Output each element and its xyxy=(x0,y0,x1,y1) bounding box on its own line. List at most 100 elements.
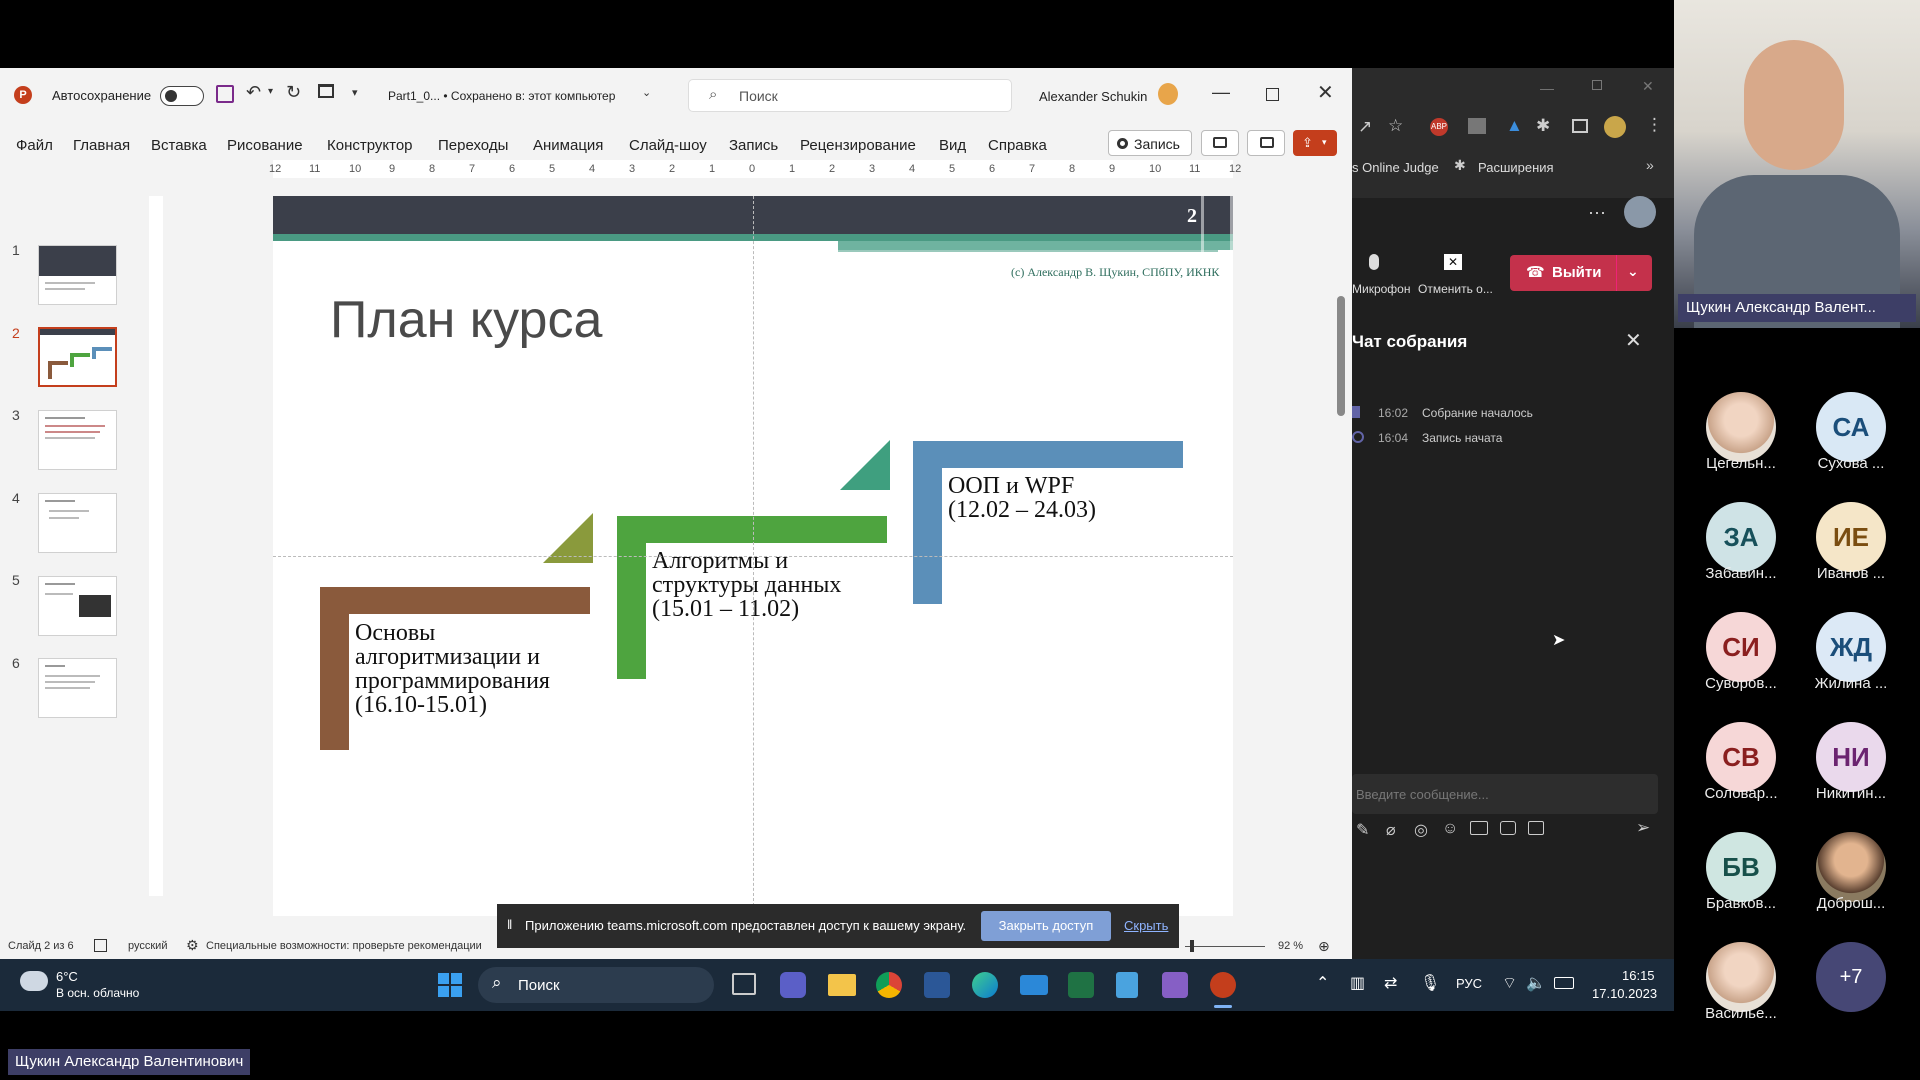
ppt-user-name[interactable]: Alexander Schukin xyxy=(1039,89,1147,104)
edge-icon[interactable] xyxy=(972,972,998,998)
notepad-icon[interactable] xyxy=(1116,972,1138,998)
more-options-icon[interactable]: ··· xyxy=(1588,202,1606,223)
fit-slide-icon[interactable]: ⊕ xyxy=(1318,938,1330,955)
hide-banner-link[interactable]: Скрыть xyxy=(1124,918,1168,933)
chrome-icon[interactable] xyxy=(876,972,902,998)
tray-network-switch-icon[interactable]: ⇄ xyxy=(1384,973,1397,993)
menu-animation[interactable]: Анимация xyxy=(533,137,603,154)
redo-icon[interactable]: ↻ xyxy=(286,82,301,103)
browser-restore-icon[interactable] xyxy=(1592,80,1602,90)
slide-thumbnail-4[interactable] xyxy=(38,493,117,553)
share-button[interactable]: ⇪ ▾ xyxy=(1293,130,1337,156)
menu-transitions[interactable]: Переходы xyxy=(438,137,508,154)
teams-app-icon[interactable] xyxy=(780,972,806,998)
slide-canvas[interactable]: 2 (c) Александр В. Щукин, СПбПУ, ИКНК Пл… xyxy=(273,196,1233,916)
gif-icon[interactable] xyxy=(1470,821,1488,835)
file-title[interactable]: Part1_0... • Сохранено в: этот компьютер xyxy=(388,89,615,103)
close-chat-icon[interactable]: ✕ xyxy=(1625,328,1642,353)
mic-icon[interactable] xyxy=(1369,254,1379,270)
video-clip-icon[interactable] xyxy=(1528,821,1544,835)
extension-icon[interactable] xyxy=(1468,118,1486,134)
browser-minimize-icon[interactable]: — xyxy=(1540,80,1554,96)
cancel-share-icon[interactable]: ✕ xyxy=(1444,254,1462,270)
zoom-level[interactable]: 92 % xyxy=(1278,940,1303,952)
mail-icon[interactable] xyxy=(1020,975,1048,995)
tray-date[interactable]: 17.10.2023 xyxy=(1592,986,1657,1001)
menu-design[interactable]: Конструктор xyxy=(327,137,413,154)
autosave-toggle[interactable] xyxy=(160,86,204,106)
windows-start-icon[interactable] xyxy=(438,973,462,997)
minimize-icon[interactable]: — xyxy=(1212,82,1230,103)
adblock-icon[interactable]: ABP xyxy=(1430,118,1448,136)
slide-thumbnail-3[interactable] xyxy=(38,410,117,470)
user-avatar-icon[interactable] xyxy=(1158,83,1178,105)
status-language[interactable]: русский xyxy=(128,940,167,952)
powerpoint-app-icon[interactable] xyxy=(1210,972,1236,998)
browser-close-icon[interactable]: ✕ xyxy=(1642,78,1654,95)
spellcheck-icon[interactable] xyxy=(94,939,107,952)
visual-studio-icon[interactable] xyxy=(1162,972,1188,998)
slide-thumbnail-6[interactable] xyxy=(38,658,117,718)
accessibility-icon[interactable]: ⚙ xyxy=(186,937,199,954)
wifi-icon[interactable]: ⌔ xyxy=(1502,973,1517,993)
share-teams-button[interactable] xyxy=(1201,130,1239,156)
weather-icon[interactable] xyxy=(20,971,48,991)
format-icon[interactable]: ✎ xyxy=(1356,820,1369,840)
tray-app-icon[interactable]: ▥ xyxy=(1350,973,1365,993)
record-button[interactable]: Запись xyxy=(1108,130,1192,156)
pause-icon[interactable]: ‖ xyxy=(507,917,512,932)
tray-language[interactable]: РУС xyxy=(1456,976,1482,991)
emoji-icon[interactable]: ☺ xyxy=(1442,820,1458,838)
battery-icon[interactable] xyxy=(1554,977,1574,989)
bookmark-online-judge[interactable]: s Online Judge xyxy=(1352,160,1439,175)
menu-draw[interactable]: Рисование xyxy=(227,137,303,154)
menu-record[interactable]: Запись xyxy=(729,137,778,154)
maximize-icon[interactable] xyxy=(1266,88,1279,101)
ppt-vertical-scrollbar[interactable] xyxy=(1336,176,1346,896)
menu-file[interactable]: Файл xyxy=(16,137,53,154)
my-avatar[interactable] xyxy=(1624,196,1656,228)
arrow-extension-icon[interactable]: ▲ xyxy=(1506,116,1523,136)
chevron-down-icon[interactable]: ⌄ xyxy=(1627,263,1639,280)
menu-view[interactable]: Вид xyxy=(939,137,966,154)
slide-thumbnail-1[interactable] xyxy=(38,245,117,305)
task-view-icon[interactable] xyxy=(732,973,756,995)
share-page-icon[interactable]: ↗ xyxy=(1358,117,1372,137)
menu-review[interactable]: Рецензирование xyxy=(800,137,916,154)
save-icon[interactable] xyxy=(216,85,234,103)
attach-icon[interactable]: ⌀ xyxy=(1386,820,1396,840)
chevron-down-icon[interactable]: ⌄ xyxy=(642,86,651,99)
undo-dropdown-icon[interactable]: ▾ xyxy=(268,86,273,97)
ppt-search-box[interactable]: ⌕ Поиск xyxy=(688,79,1012,112)
loop-icon[interactable]: ◎ xyxy=(1414,820,1428,840)
customize-toolbar-icon[interactable]: ▾ xyxy=(352,86,358,99)
excel-icon[interactable] xyxy=(1068,972,1094,998)
microphone-tray-icon[interactable]: 🎙 xyxy=(1420,973,1440,993)
speaker-video[interactable]: Щукин Александр Валент... xyxy=(1674,0,1920,328)
sticker-icon[interactable] xyxy=(1500,821,1516,835)
comments-button[interactable] xyxy=(1247,130,1285,156)
profile-icon[interactable] xyxy=(1604,116,1626,138)
taskbar-search[interactable]: ⌕ Поиск xyxy=(478,967,714,1003)
tray-chevron-icon[interactable]: ⌃ xyxy=(1316,973,1329,993)
sidebar-icon[interactable] xyxy=(1572,119,1588,133)
file-explorer-icon[interactable] xyxy=(828,974,856,996)
puzzle-icon[interactable]: ✱ xyxy=(1536,116,1550,136)
presentation-icon[interactable] xyxy=(318,84,334,98)
zoom-slider[interactable] xyxy=(1185,940,1265,952)
star-icon[interactable]: ☆ xyxy=(1388,116,1403,136)
menu-help[interactable]: Справка xyxy=(988,137,1047,154)
menu-home[interactable]: Главная xyxy=(73,137,130,154)
send-icon[interactable]: ➢ xyxy=(1636,818,1650,838)
menu-insert[interactable]: Вставка xyxy=(151,137,207,154)
close-icon[interactable]: ✕ xyxy=(1317,80,1334,105)
bookmark-extensions[interactable]: Расширения xyxy=(1478,160,1554,175)
browser-menu-icon[interactable]: ⋮ xyxy=(1646,115,1663,135)
slide-thumbnail-5[interactable] xyxy=(38,576,117,636)
menu-slideshow[interactable]: Слайд-шоу xyxy=(629,137,707,154)
slide-thumbnail-2[interactable] xyxy=(38,327,117,387)
more-bookmarks-icon[interactable]: » xyxy=(1646,157,1654,173)
accessibility-status[interactable]: Специальные возможности: проверьте реком… xyxy=(206,940,482,952)
tray-time[interactable]: 16:15 xyxy=(1622,968,1655,983)
stop-sharing-button[interactable]: Закрыть доступ xyxy=(981,911,1111,941)
